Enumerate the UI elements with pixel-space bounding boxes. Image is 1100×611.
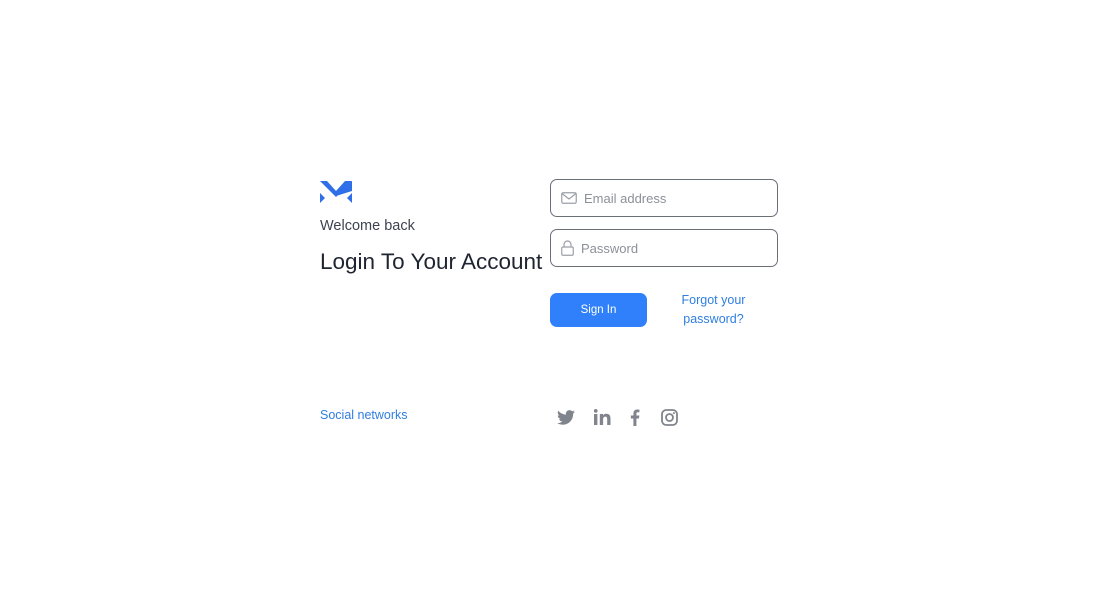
forgot-password-link[interactable]: Forgot your password? xyxy=(672,291,755,328)
sign-in-button[interactable]: Sign In xyxy=(550,293,647,327)
welcome-text: Welcome back xyxy=(320,218,415,234)
instagram-icon[interactable] xyxy=(659,407,679,427)
facebook-icon[interactable] xyxy=(625,407,645,427)
email-input[interactable] xyxy=(584,180,769,216)
login-page: Welcome back Login To Your Account Sign … xyxy=(0,0,1100,611)
lock-icon xyxy=(561,240,574,256)
page-title: Login To Your Account xyxy=(320,249,543,274)
envelope-icon xyxy=(561,192,577,204)
password-input[interactable] xyxy=(581,230,766,266)
linkedin-icon[interactable] xyxy=(592,407,612,427)
email-field[interactable] xyxy=(550,179,778,217)
twitter-icon[interactable] xyxy=(556,407,576,427)
password-field[interactable] xyxy=(550,229,778,267)
social-networks-link[interactable]: Social networks xyxy=(320,408,408,422)
m-logo-icon xyxy=(320,181,352,203)
